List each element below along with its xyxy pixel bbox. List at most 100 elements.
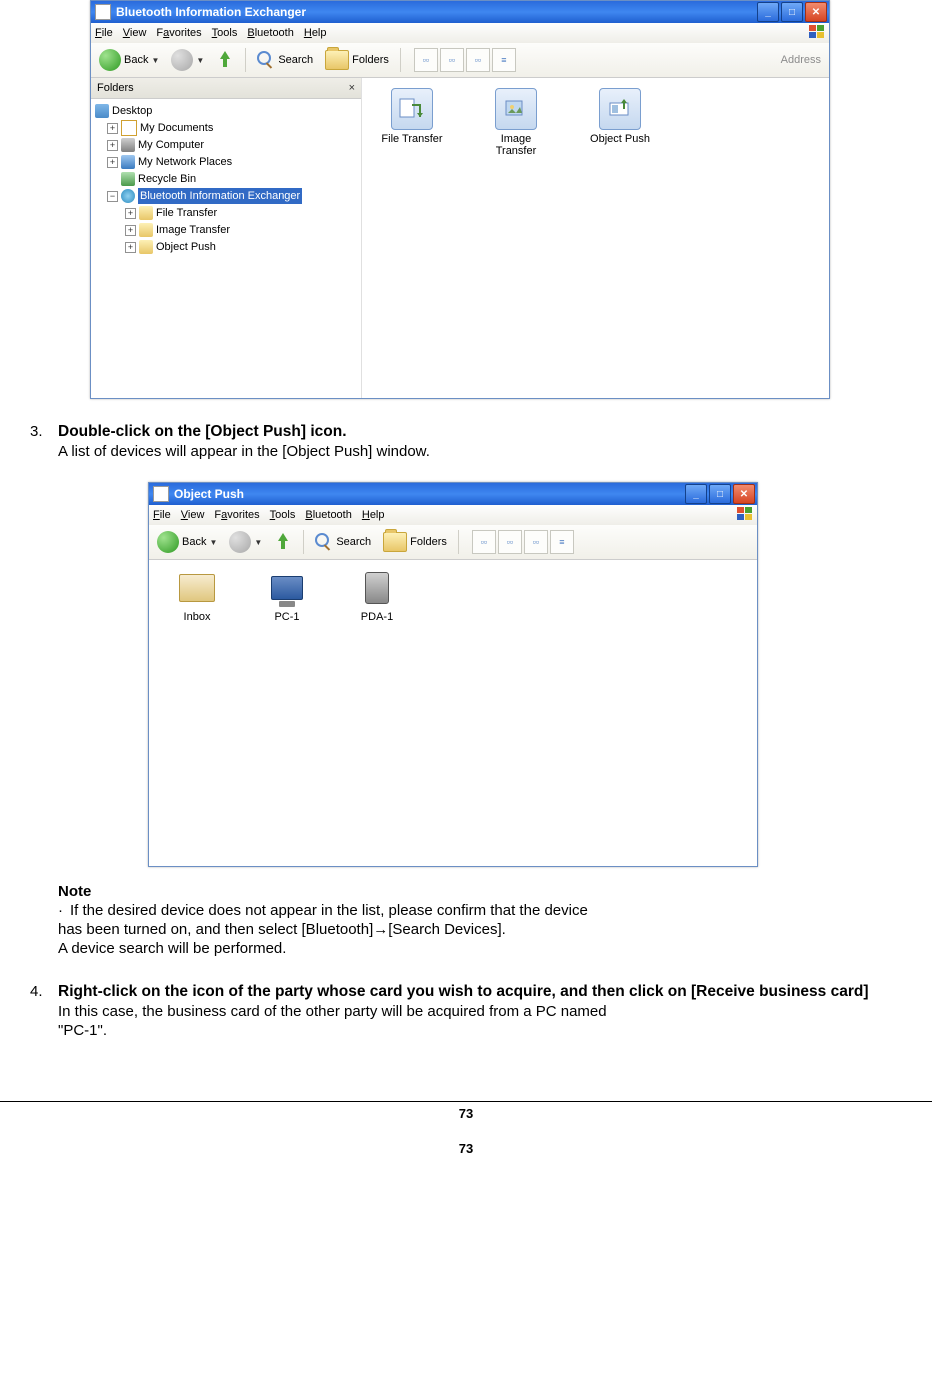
bluetooth-icon	[121, 189, 135, 203]
menubar: File View Favorites Tools Bluetooth Help	[149, 505, 757, 525]
close-button[interactable]: ✕	[733, 484, 755, 504]
tree-recycle[interactable]: Recycle Bin	[93, 171, 359, 188]
close-button[interactable]: ✕	[805, 2, 827, 22]
menu-help[interactable]: Help	[362, 509, 385, 521]
back-button[interactable]: Back ▼	[95, 47, 163, 73]
view-btn-4[interactable]: ≡	[492, 48, 516, 72]
back-button[interactable]: Back ▼	[153, 529, 221, 555]
chevron-down-icon: ▼	[151, 56, 159, 65]
view-buttons: ▫▫ ▫▫ ▫▫ ≡	[414, 48, 516, 72]
menu-view[interactable]: View	[123, 27, 147, 39]
windows-flag-icon	[809, 25, 825, 39]
titlebar: Object Push _ □ ✕	[149, 483, 757, 505]
expand-icon[interactable]: +	[125, 242, 136, 253]
search-button[interactable]: Search	[311, 531, 375, 553]
up-button[interactable]	[270, 531, 296, 553]
maximize-button[interactable]: □	[781, 2, 803, 22]
minimize-button[interactable]: _	[757, 2, 779, 22]
menu-favorites[interactable]: Favorites	[214, 509, 259, 521]
step-text: "PC-1".	[58, 1022, 932, 1039]
item-image-transfer[interactable]: ImageTransfer	[476, 88, 556, 157]
view-btn-3[interactable]: ▫▫	[524, 530, 548, 554]
tree-file-transfer[interactable]: + File Transfer	[93, 205, 359, 222]
view-btn-1[interactable]: ▫▫	[472, 530, 496, 554]
minimize-button[interactable]: _	[685, 484, 707, 504]
search-label: Search	[278, 54, 313, 66]
footer-separator	[0, 1101, 932, 1102]
back-label: Back	[124, 54, 148, 66]
view-btn-3[interactable]: ▫▫	[466, 48, 490, 72]
view-btn-2[interactable]: ▫▫	[440, 48, 464, 72]
menu-file[interactable]: File	[153, 509, 171, 521]
menu-favorites[interactable]: Favorites	[156, 27, 201, 39]
view-btn-1[interactable]: ▫▫	[414, 48, 438, 72]
expand-icon[interactable]: +	[107, 123, 118, 134]
titlebar: Bluetooth Information Exchanger _ □ ✕	[91, 1, 829, 23]
note-line: has been turned on, and then select [Blu…	[58, 921, 932, 938]
folders-button[interactable]: Folders	[379, 530, 451, 554]
item-file-transfer[interactable]: File Transfer	[372, 88, 452, 145]
tree-object-push[interactable]: + Object Push	[93, 239, 359, 256]
forward-button[interactable]: ▼	[225, 529, 266, 555]
item-label: Object Push	[590, 133, 650, 145]
step-3: 3. Double-click on the [Object Push] ico…	[30, 423, 932, 462]
desktop-icon	[95, 104, 109, 118]
tree-mydocs[interactable]: + My Documents	[93, 120, 359, 137]
back-label: Back	[182, 536, 206, 548]
menu-help[interactable]: Help	[304, 27, 327, 39]
app-icon	[95, 4, 111, 20]
window-object-push: Object Push _ □ ✕ File View Favorites To…	[148, 482, 758, 867]
toolbar: Back ▼ ▼ Search Folders	[149, 525, 757, 560]
image-transfer-icon	[495, 88, 537, 130]
up-button[interactable]	[212, 49, 238, 71]
forward-button[interactable]: ▼	[167, 47, 208, 73]
item-pc-1[interactable]: PC-1	[247, 568, 327, 623]
recycle-icon	[121, 172, 135, 186]
menu-file[interactable]: File	[95, 27, 113, 39]
expand-icon[interactable]: +	[125, 208, 136, 219]
toolbar: Back ▼ ▼ Search Folders	[91, 43, 829, 78]
step-title: Right-click on the icon of the party who…	[58, 983, 932, 1001]
view-btn-2[interactable]: ▫▫	[498, 530, 522, 554]
tree-bluetooth-exchanger[interactable]: − Bluetooth Information Exchanger	[93, 188, 359, 205]
back-icon	[99, 49, 121, 71]
tree-image-transfer[interactable]: + Image Transfer	[93, 222, 359, 239]
folders-button[interactable]: Folders	[321, 48, 393, 72]
collapse-icon[interactable]: −	[107, 191, 118, 202]
content-pane: File Transfer ImageTransfer Object Push	[362, 78, 829, 398]
step-number: 3.	[30, 423, 58, 462]
step-number: 4.	[30, 983, 58, 1041]
up-icon	[274, 533, 292, 551]
expand-icon[interactable]: +	[107, 157, 118, 168]
expand-icon[interactable]: +	[125, 225, 136, 236]
note-line: If the desired device does not appear in…	[58, 902, 932, 919]
maximize-button[interactable]: □	[709, 484, 731, 504]
forward-icon	[171, 49, 193, 71]
menu-tools[interactable]: Tools	[212, 27, 238, 39]
search-button[interactable]: Search	[253, 49, 317, 71]
expand-icon[interactable]: +	[107, 140, 118, 151]
item-object-push[interactable]: Object Push	[580, 88, 660, 145]
menu-bluetooth[interactable]: Bluetooth	[305, 509, 352, 521]
tree-desktop[interactable]: Desktop	[93, 103, 359, 120]
documents-icon	[121, 120, 137, 136]
view-btn-4[interactable]: ≡	[550, 530, 574, 554]
menu-bluetooth[interactable]: Bluetooth	[247, 27, 294, 39]
close-pane-button[interactable]: ×	[349, 82, 355, 94]
item-label: ImageTransfer	[496, 133, 537, 157]
menu-tools[interactable]: Tools	[270, 509, 296, 521]
chevron-down-icon: ▼	[209, 538, 217, 547]
image-transfer-icon	[139, 223, 153, 237]
tree-mynet[interactable]: + My Network Places	[93, 154, 359, 171]
pda-icon	[357, 568, 397, 608]
step-title: Double-click on the [Object Push] icon.	[58, 423, 932, 441]
page-number: 73	[0, 1141, 932, 1176]
tree-mycomp[interactable]: + My Computer	[93, 137, 359, 154]
window-title: Object Push	[174, 487, 685, 501]
item-inbox[interactable]: Inbox	[157, 568, 237, 623]
item-pda-1[interactable]: PDA-1	[337, 568, 417, 623]
folder-icon	[325, 50, 349, 70]
menu-view[interactable]: View	[181, 509, 205, 521]
inbox-icon	[177, 568, 217, 608]
search-label: Search	[336, 536, 371, 548]
